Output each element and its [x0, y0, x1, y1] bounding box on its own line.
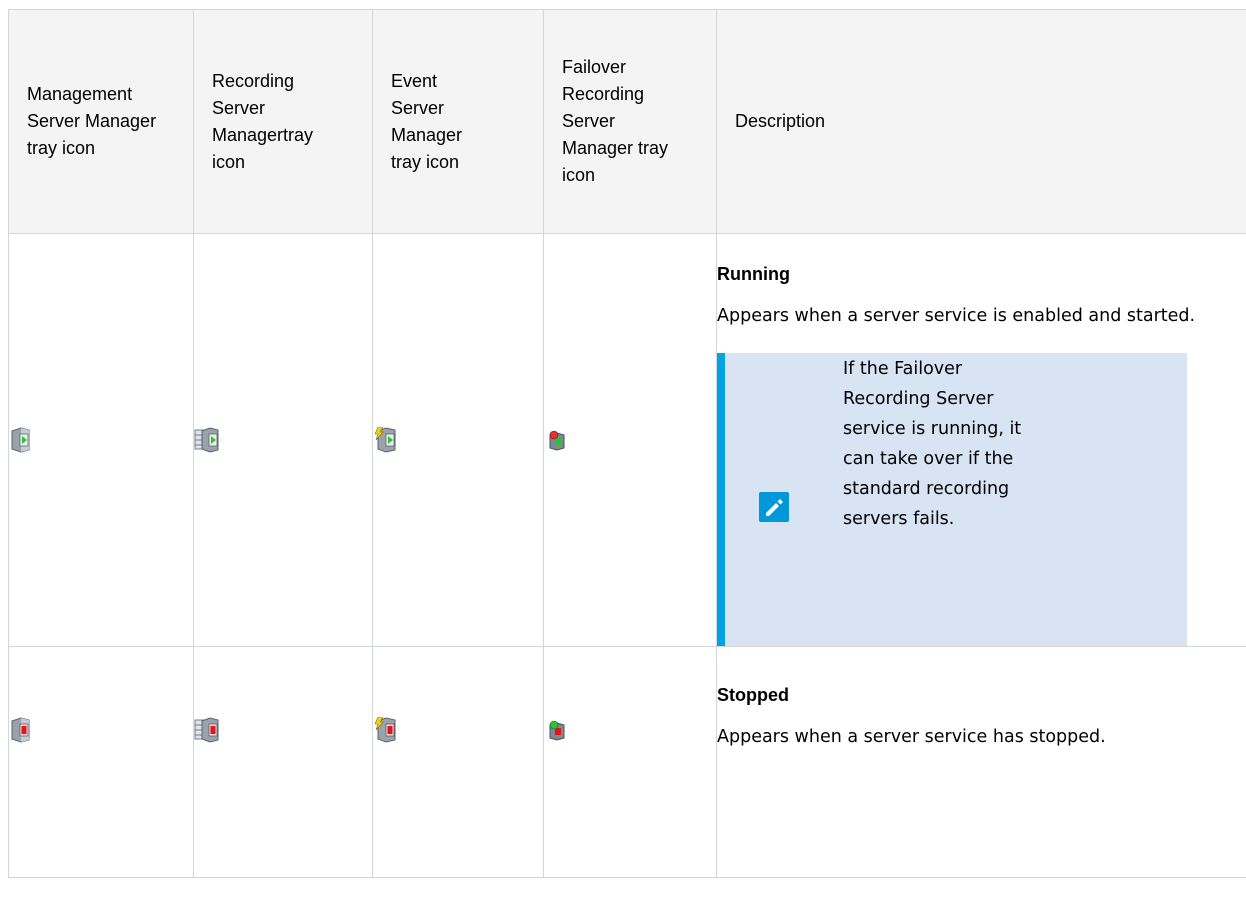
cell-recording-stopped	[193, 646, 373, 878]
recording-server-stopped-icon	[194, 717, 220, 743]
pencil-note-icon	[757, 490, 791, 524]
status-title-running: Running	[717, 264, 790, 284]
status-description-stopped: Appears when a server service has stoppe…	[717, 727, 1106, 747]
failover-recording-server-running-icon	[544, 427, 570, 453]
note-box: If the Failover Recording Server service…	[717, 353, 1187, 646]
cell-management-running	[8, 233, 194, 647]
note-text: If the Failover Recording Server service…	[843, 359, 1022, 529]
status-title-stopped: Stopped	[717, 685, 789, 705]
status-description-running: Appears when a server service is enabled…	[717, 306, 1196, 326]
header-recording-server: Recording Server Managertray icon	[193, 9, 373, 234]
cell-event-stopped	[372, 646, 544, 878]
tray-icons-table: Management Server Manager tray icon Reco…	[8, 9, 1246, 878]
cell-recording-running	[193, 233, 373, 647]
event-server-stopped-icon	[373, 716, 399, 743]
table-row-running: Running Appears when a server service is…	[8, 233, 1246, 647]
management-server-running-icon	[9, 427, 35, 453]
header-event-server: Event Server Manager tray icon	[372, 9, 544, 234]
table-header-row: Management Server Manager tray icon Reco…	[8, 9, 1246, 234]
header-management-server: Management Server Manager tray icon	[8, 9, 194, 234]
cell-failover-running	[543, 233, 717, 647]
cell-failover-stopped	[543, 646, 717, 878]
recording-server-running-icon	[194, 427, 220, 453]
cell-description-running: Running Appears when a server service is…	[716, 233, 1246, 647]
failover-recording-server-stopped-icon	[544, 717, 570, 743]
header-description: Description	[716, 9, 1246, 234]
cell-description-stopped: Stopped Appears when a server service ha…	[716, 646, 1246, 878]
table-row-stopped: Stopped Appears when a server service ha…	[8, 646, 1246, 878]
cell-management-stopped	[8, 646, 194, 878]
management-server-stopped-icon	[9, 717, 35, 743]
event-server-running-icon	[373, 426, 399, 453]
document-page: Management Server Manager tray icon Reco…	[0, 0, 1246, 913]
cell-event-running	[372, 233, 544, 647]
header-failover-recording-server: Failover Recording Server Manager tray i…	[543, 9, 717, 234]
